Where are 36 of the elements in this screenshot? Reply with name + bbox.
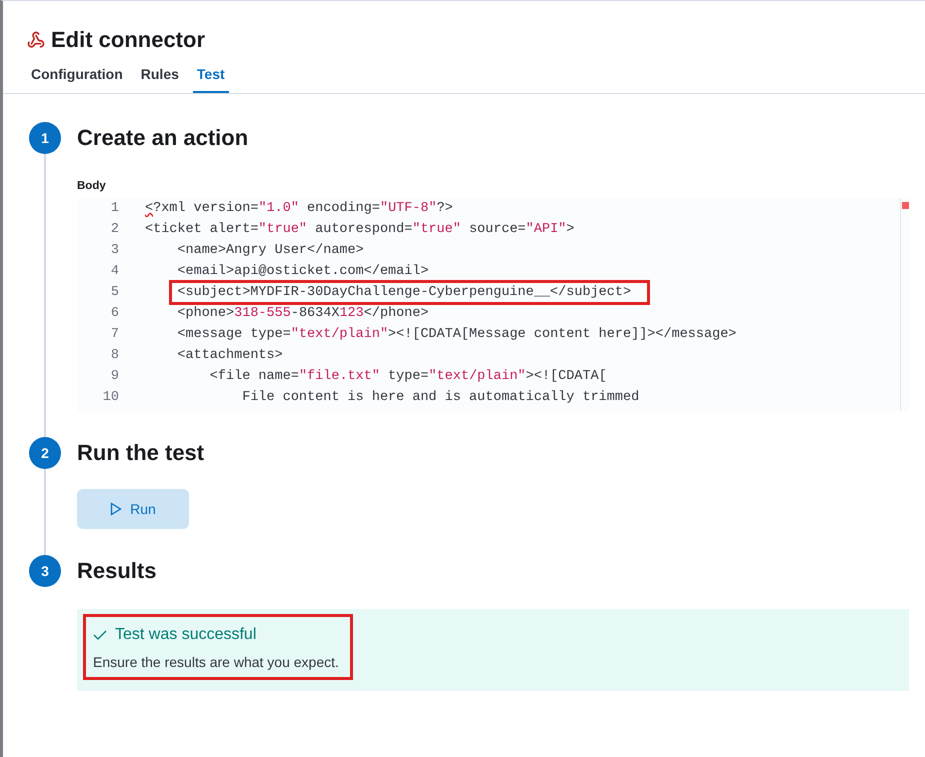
code-line: <file name="file.txt" type="text/plain"><![CDATA[ [208,368,607,386]
line-number: 10 [102,389,119,407]
code-line: <ticket alert="true" autorespond="true" source="API"> [145,221,574,239]
line-number: 9 [110,368,119,386]
flyout-title: Edit connector [51,27,206,53]
tab[interactable]: Rules [136,62,183,93]
webhook-icon [27,31,45,49]
step-title: Run the test [77,439,206,467]
line-number: 6 [110,305,119,323]
code-line: <phone>318-555-8634X123</phone> [176,305,429,323]
line-number: 2 [110,221,119,239]
code-line: <email>api@osticket.com</email> [176,263,429,281]
step-title: Create an action [77,124,250,152]
line-number: 7 [110,326,119,344]
code-line: <message type="text/plain"><![CDATA[Message content here]]></message> [176,326,736,344]
line-number: 5 [110,284,119,302]
field-label: Body [77,180,107,192]
line-number: 4 [110,263,119,281]
callout-title: Test was successful [115,626,256,644]
tab[interactable]: Test [192,62,229,93]
code-line: <?xml version="1.0" encoding="UTF-8"?> [145,200,453,218]
code-line: <name>Angry User</name> [176,242,364,260]
code-line: <attachments> [176,347,283,365]
step-title: Results [77,557,158,585]
check-icon [93,630,107,640]
code-editor[interactable] [77,198,909,411]
step-number: 2 [29,437,61,469]
tab[interactable]: Configuration [27,62,127,93]
callout-message: Ensure the results are what you expect. [93,654,339,670]
line-number: 8 [110,347,119,365]
play-icon [110,502,122,516]
line-number: 1 [110,200,119,218]
step-number: 1 [29,122,61,154]
code-line: File content is here and is automatically trimmed [241,389,640,407]
step-number: 3 [29,555,61,587]
line-number: 3 [110,242,119,260]
